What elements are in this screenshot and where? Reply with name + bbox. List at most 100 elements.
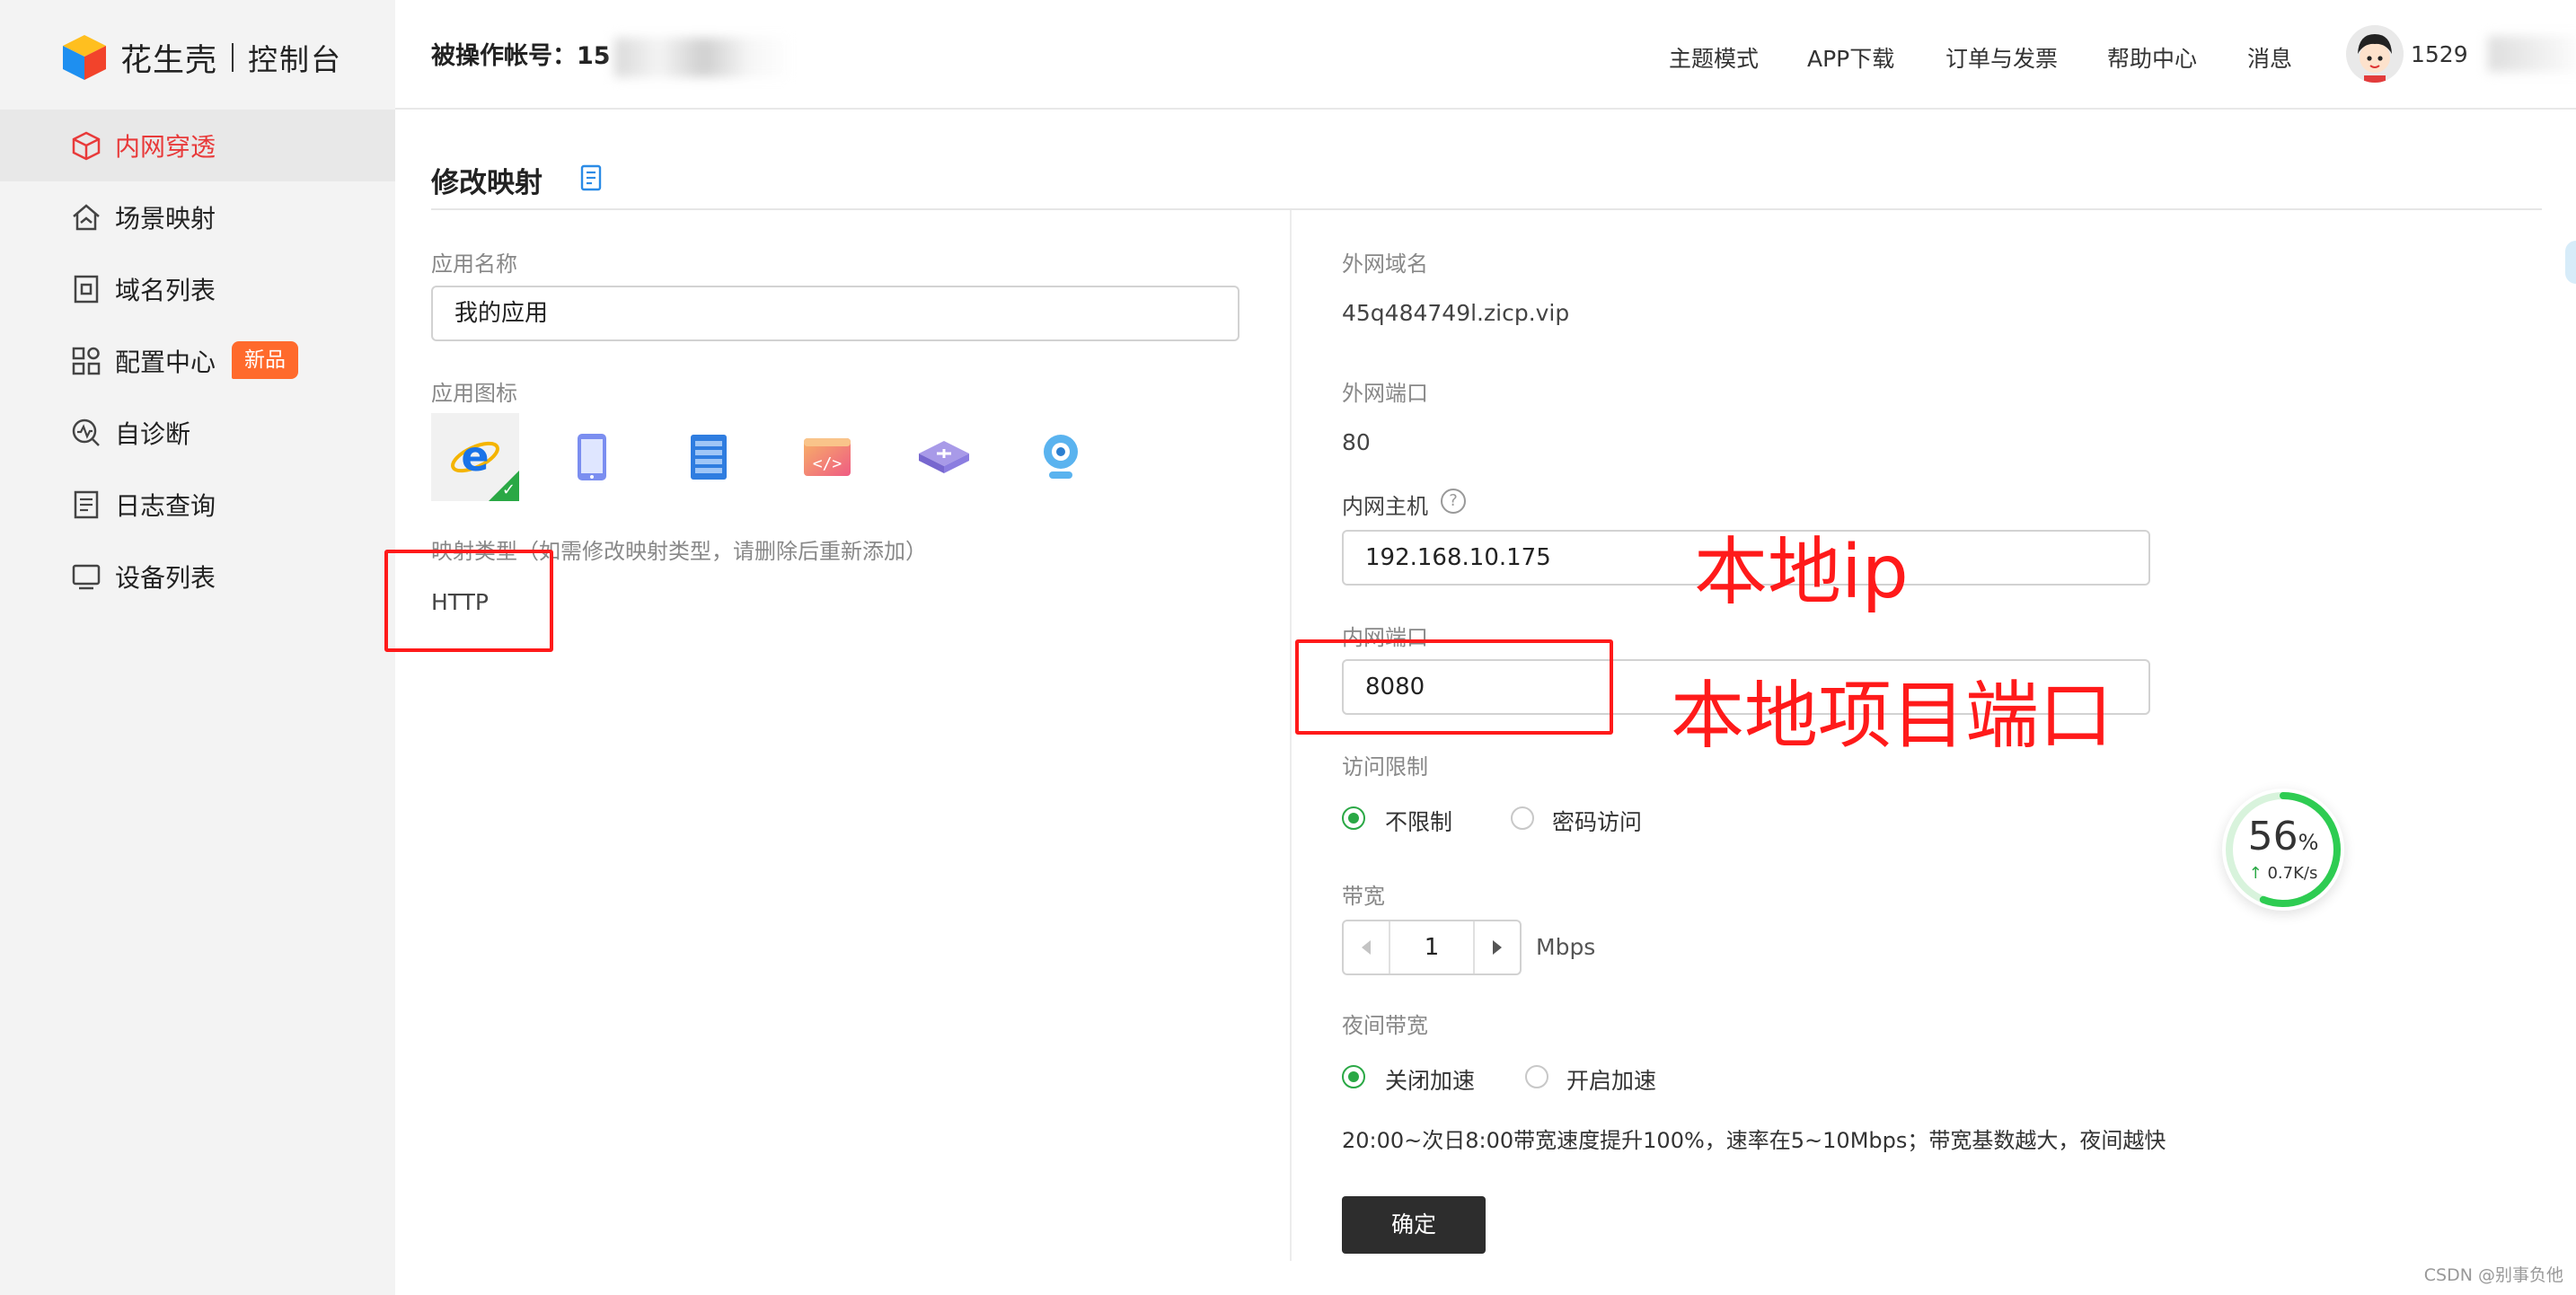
sidebar: 花生壳 控制台 内网穿透 场景映射 域名列表 配置中心 新品 自诊断 日志查询 … [0, 0, 395, 1295]
tablet-icon [578, 434, 606, 480]
column-divider [1290, 210, 1292, 1261]
side-float-button[interactable] [2565, 241, 2576, 284]
sidebar-item-devices[interactable]: 设备列表 [0, 541, 395, 612]
sidebar-item-logs[interactable]: 日志查询 [0, 469, 395, 541]
icon-option-ie[interactable]: e ✓ [431, 413, 519, 501]
ext-port-value: 80 [1342, 429, 1371, 455]
nav-orders-invoices[interactable]: 订单与发票 [1945, 41, 2058, 74]
speed-percent-unit: % [2298, 830, 2319, 855]
domain-value[interactable]: 45q484749l.zicp.vip [1342, 300, 1569, 326]
sidebar-item-label: 内网穿透 [115, 132, 216, 162]
icon-option-router[interactable] [900, 413, 988, 501]
sidebar-item-label: 日志查询 [115, 491, 216, 521]
diagnose-icon [72, 418, 100, 446]
icon-option-code[interactable]: </> [783, 413, 871, 501]
bandwidth-label: 带宽 [1342, 884, 1385, 909]
log-icon [74, 490, 99, 519]
document-icon[interactable] [578, 163, 605, 194]
sidebar-item-label: 设备列表 [115, 563, 216, 593]
app-icon-label: 应用图标 [431, 381, 517, 406]
radio-accel-off-label[interactable]: 关闭加速 [1385, 1063, 1475, 1096]
confirm-button[interactable]: 确定 [1342, 1196, 1486, 1254]
annotation-box-port [1295, 639, 1613, 735]
speed-rate: ↑ 0.7K/s [2222, 864, 2344, 883]
page-title: 修改映射 [431, 167, 543, 199]
svg-text:e: e [461, 432, 489, 480]
caret-left-icon [1362, 940, 1371, 955]
help-icon[interactable]: ? [1441, 489, 1466, 514]
radio-password[interactable] [1511, 806, 1534, 830]
username[interactable]: 1529 [2411, 41, 2468, 67]
speed-rate-value: 0.7K/s [2267, 864, 2318, 883]
svg-text:</>: </> [813, 454, 842, 473]
code-icon: </> [804, 438, 851, 476]
nav-messages[interactable]: 消息 [2247, 41, 2292, 74]
night-bandwidth-description: 20:00~次日8:00带宽速度提升100%，速率在5~10Mbps；带宽基数越… [1342, 1128, 2166, 1153]
annotation-local-port: 本地项目端口 [1671, 674, 2113, 759]
nav-theme-mode[interactable]: 主题模式 [1669, 41, 1759, 74]
decrement-button[interactable] [1344, 921, 1390, 973]
radio-accel-on-label[interactable]: 开启加速 [1566, 1063, 1656, 1096]
cube-icon [72, 131, 101, 161]
caret-right-icon [1493, 940, 1502, 955]
night-bandwidth-label: 夜间带宽 [1342, 1013, 1428, 1038]
redacted-account [613, 37, 794, 77]
bandwidth-value[interactable]: 1 [1389, 921, 1475, 973]
icon-option-tablet[interactable] [548, 413, 636, 501]
icon-option-server[interactable] [665, 413, 753, 501]
logo-divider [232, 43, 234, 72]
check-icon: ✓ [501, 480, 516, 499]
bandwidth-unit: Mbps [1536, 934, 1596, 960]
radio-accel-off[interactable] [1342, 1065, 1365, 1088]
radio-accel-on[interactable] [1525, 1065, 1548, 1088]
sidebar-item-label: 域名列表 [115, 276, 216, 305]
watermark: CSDN @别事负他 [2423, 1265, 2563, 1285]
speed-widget[interactable]: 56% ↑ 0.7K/s [2222, 788, 2344, 911]
upload-arrow-icon: ↑ [2248, 864, 2263, 883]
app-name-input[interactable]: 我的应用 [431, 286, 1239, 341]
redacted-username [2488, 36, 2576, 72]
operated-account: 被操作帐号：15 [431, 36, 794, 77]
domain-label: 外网域名 [1342, 251, 1428, 277]
account-label: 被操作帐号：15 [431, 42, 611, 70]
speed-percent-value: 56 [2247, 814, 2298, 859]
radio-no-limit-label[interactable]: 不限制 [1385, 805, 1452, 837]
icon-option-webcam[interactable] [1017, 413, 1105, 501]
radio-no-limit[interactable] [1342, 806, 1365, 830]
sidebar-item-diagnose[interactable]: 自诊断 [0, 397, 395, 469]
increment-button[interactable] [1473, 921, 1520, 973]
sidebar-item-intranet[interactable]: 内网穿透 [0, 110, 395, 181]
nav-app-download[interactable]: APP下载 [1807, 41, 1894, 74]
console-label: 控制台 [248, 42, 343, 77]
cube-logo-icon [63, 35, 106, 80]
int-host-label: 内网主机 [1342, 494, 1428, 519]
sidebar-item-domains[interactable]: 域名列表 [0, 253, 395, 325]
sidebar-item-config[interactable]: 配置中心 新品 [0, 325, 395, 397]
ext-port-label: 外网端口 [1342, 381, 1428, 406]
annotation-local-ip: 本地ip [1694, 530, 1909, 615]
sidebar-item-label: 自诊断 [115, 419, 191, 449]
logo[interactable]: 花生壳 控制台 [61, 31, 342, 84]
webcam-icon [1044, 435, 1078, 479]
avatar[interactable] [2346, 25, 2404, 83]
avatar-face-icon [2346, 25, 2404, 83]
house-icon [73, 204, 100, 231]
router-icon [919, 441, 969, 473]
brand-name: 花生壳 [120, 42, 218, 79]
new-badge: 新品 [232, 341, 298, 379]
sidebar-item-label: 场景映射 [115, 204, 216, 233]
domain-icon [74, 275, 99, 304]
speed-percent: 56% [2222, 814, 2344, 859]
server-icon [691, 435, 727, 480]
access-limit-label: 访问限制 [1342, 754, 1428, 780]
nav-help-center[interactable]: 帮助中心 [2107, 41, 2197, 74]
radio-password-label[interactable]: 密码访问 [1552, 805, 1642, 837]
title-divider [431, 208, 2542, 210]
app-name-label: 应用名称 [431, 251, 517, 277]
grid-icon [72, 347, 101, 375]
top-header: 被操作帐号：15 主题模式 APP下载 订单与发票 帮助中心 消息 1529 [395, 0, 2576, 110]
bandwidth-stepper[interactable]: 1 [1342, 920, 1522, 975]
sidebar-item-scene[interactable]: 场景映射 [0, 181, 395, 253]
sidebar-item-label: 配置中心 [115, 348, 216, 377]
annotation-box-http [384, 550, 553, 652]
